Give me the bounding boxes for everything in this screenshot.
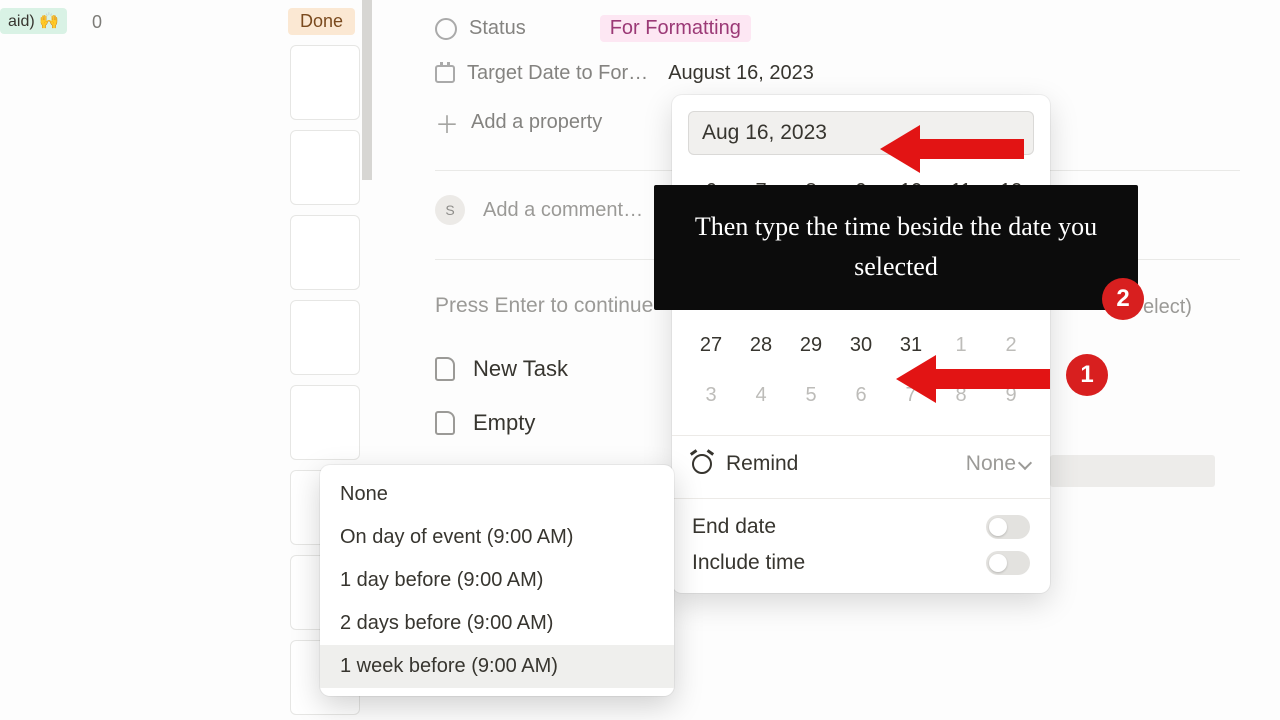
- row-placeholder[interactable]: [290, 45, 360, 120]
- status-value[interactable]: For Formatting: [600, 15, 751, 42]
- calendar-day[interactable]: 5: [790, 379, 832, 411]
- remind-label: Remind: [726, 452, 798, 476]
- done-tag: Done: [288, 8, 355, 35]
- calendar-day[interactable]: 4: [740, 379, 782, 411]
- plus-icon: ＋: [435, 105, 459, 140]
- reminder-option[interactable]: On day of event (9:00 AM): [320, 516, 674, 559]
- divider: [672, 498, 1050, 499]
- reminder-option[interactable]: None: [320, 473, 674, 516]
- scrollbar[interactable]: [362, 0, 372, 180]
- end-date-toggle[interactable]: [986, 515, 1030, 539]
- reminder-menu: NoneOn day of event (9:00 AM)1 day befor…: [320, 465, 674, 696]
- row-placeholder[interactable]: [290, 300, 360, 375]
- calendar-day[interactable]: 6: [840, 379, 882, 411]
- page-icon: [435, 357, 455, 381]
- selected-row-highlight: [1050, 455, 1215, 487]
- divider: [672, 435, 1050, 436]
- row-placeholder[interactable]: [290, 385, 360, 460]
- row-placeholder[interactable]: [290, 215, 360, 290]
- empty-label: Empty: [473, 410, 535, 436]
- calendar-day[interactable]: 28: [740, 329, 782, 361]
- remind-value[interactable]: None: [966, 452, 1030, 476]
- end-date-row[interactable]: End date: [672, 505, 1050, 549]
- page-icon: [435, 411, 455, 435]
- chevron-down-icon: [1018, 455, 1032, 469]
- reminder-option[interactable]: 1 day before (9:00 AM): [320, 559, 674, 602]
- step-badge-1: 1: [1066, 354, 1108, 396]
- include-time-toggle[interactable]: [986, 551, 1030, 575]
- add-property-label: Add a property: [471, 111, 602, 134]
- calendar-day[interactable]: 2: [990, 329, 1032, 361]
- calendar-day[interactable]: 3: [690, 379, 732, 411]
- alarm-icon: [692, 454, 712, 474]
- group-badge: aid) 🙌: [0, 8, 67, 34]
- reminder-option[interactable]: 1 week before (9:00 AM): [320, 645, 674, 688]
- status-label: Status: [469, 17, 526, 40]
- status-icon: [435, 18, 457, 40]
- avatar: S: [435, 195, 465, 225]
- target-date-label: Target Date to For…: [467, 62, 648, 85]
- include-time-label: Include time: [692, 551, 805, 575]
- target-date-value[interactable]: August 16, 2023: [668, 62, 814, 85]
- remind-row[interactable]: Remind None: [672, 442, 1050, 486]
- right-cut-hint: elect): [1143, 296, 1192, 319]
- end-date-label: End date: [692, 515, 776, 539]
- row-placeholder[interactable]: [290, 130, 360, 205]
- tutorial-tooltip: Then type the time beside the date you s…: [654, 185, 1138, 310]
- group-badge-text: aid) 🙌: [8, 11, 59, 31]
- date-picker-popover: Aug 16, 2023 678910111213141516171819202…: [672, 95, 1050, 593]
- reminder-option[interactable]: 2 days before (9:00 AM): [320, 602, 674, 645]
- calendar-icon: [435, 65, 455, 83]
- comment-placeholder: Add a comment…: [483, 199, 643, 222]
- target-date-row[interactable]: Target Date to For… August 16, 2023: [435, 52, 1240, 95]
- new-task-label: New Task: [473, 356, 568, 382]
- calendar-day[interactable]: 30: [840, 329, 882, 361]
- calendar-day[interactable]: 27: [690, 329, 732, 361]
- calendar-day[interactable]: 29: [790, 329, 832, 361]
- status-row[interactable]: Status For Formatting: [435, 5, 1240, 52]
- count-zero: 0: [92, 12, 102, 33]
- include-time-row[interactable]: Include time: [672, 549, 1050, 585]
- calendar-day[interactable]: 1: [940, 329, 982, 361]
- step-badge-2: 2: [1102, 278, 1144, 320]
